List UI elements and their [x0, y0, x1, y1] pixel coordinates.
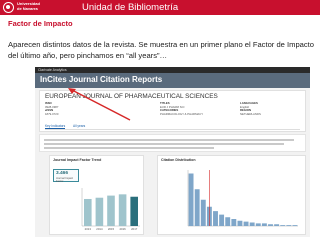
dist-bar	[255, 223, 261, 226]
citation-distribution-chart	[187, 170, 298, 227]
trend-x-label: 2014	[96, 227, 103, 231]
jif-trend-card: Journal Impact Factor Trend 3.466 Journa…	[49, 155, 144, 235]
university-logo: Universidad de Navarra	[3, 1, 55, 14]
trend-bar	[84, 198, 92, 226]
jcr-app-header: InCites Journal Citation Reports	[35, 73, 310, 88]
journal-info-panel: EUROPEAN JOURNAL OF PHARMACEUTICAL SCIEN…	[39, 90, 306, 132]
trend-x-label: 2013	[85, 227, 92, 231]
slide-header-title: Unidad de Bibliometría	[82, 2, 179, 13]
trend-bar	[118, 194, 127, 226]
jif-trend-chart: 2013 2014 2015 2016 2017	[81, 188, 140, 231]
note-line	[44, 139, 294, 141]
note-panel	[39, 134, 306, 152]
tab-key-indicators[interactable]: Key Indicators	[45, 124, 66, 129]
journal-title: EUROPEAN JOURNAL OF PHARMACEUTICAL SCIEN…	[45, 93, 218, 100]
trend-bar	[107, 195, 115, 226]
citation-distribution-card: Citation Distribution	[157, 155, 306, 235]
logo-seal-icon	[3, 2, 14, 13]
dist-bar	[225, 217, 231, 226]
dist-bar	[292, 225, 298, 226]
trend-bar	[95, 197, 104, 226]
dist-bar	[219, 214, 225, 226]
journal-meta-middle: TITLES EUR J PHARM SCI CATEGORIES PHARMACOL…	[160, 101, 204, 116]
note-line	[44, 147, 214, 149]
dist-bar	[194, 189, 200, 226]
trend-x-label: 2015	[108, 227, 115, 231]
dist-bar	[268, 224, 273, 226]
jcr-screenshot: Clarivate Analytics InCites Journal Cita…	[35, 67, 310, 237]
dist-bar	[286, 225, 292, 226]
note-line	[44, 143, 284, 145]
slide-header-bar: Universidad de Navarra Unidad de Bibliome…	[0, 0, 320, 15]
trend-x-label: 2016	[119, 227, 126, 231]
dist-bar	[261, 223, 267, 226]
dist-bar	[249, 222, 255, 226]
jcr-top-bar-text: Clarivate Analytics	[38, 67, 67, 72]
tab-all-years[interactable]: All years	[73, 124, 85, 128]
dist-bar	[231, 219, 237, 226]
trend-x-label: 2017	[131, 227, 138, 231]
jcr-app-title: InCites Journal Citation Reports	[40, 75, 163, 84]
dist-bar	[274, 224, 280, 226]
journal-tabs: Key Indicators All years	[45, 124, 300, 130]
dist-bar	[188, 173, 194, 226]
journal-meta-right: LANGUAGES English REGION NETHERLANDS	[240, 101, 261, 116]
journal-meta-left: ISSN 0928-0987 eISSN 1879-0720	[45, 101, 59, 116]
dist-bar	[280, 225, 286, 226]
description-text: Aparecen distintos datos de la revista. …	[8, 40, 315, 60]
dist-bar	[213, 211, 218, 226]
trend-bar	[130, 196, 138, 226]
dist-bar	[200, 199, 206, 226]
logo-text: Universidad de Navarra	[17, 1, 40, 11]
dist-bar	[237, 220, 243, 226]
dist-bar	[243, 221, 249, 226]
section-title: Factor de Impacto	[8, 19, 73, 28]
